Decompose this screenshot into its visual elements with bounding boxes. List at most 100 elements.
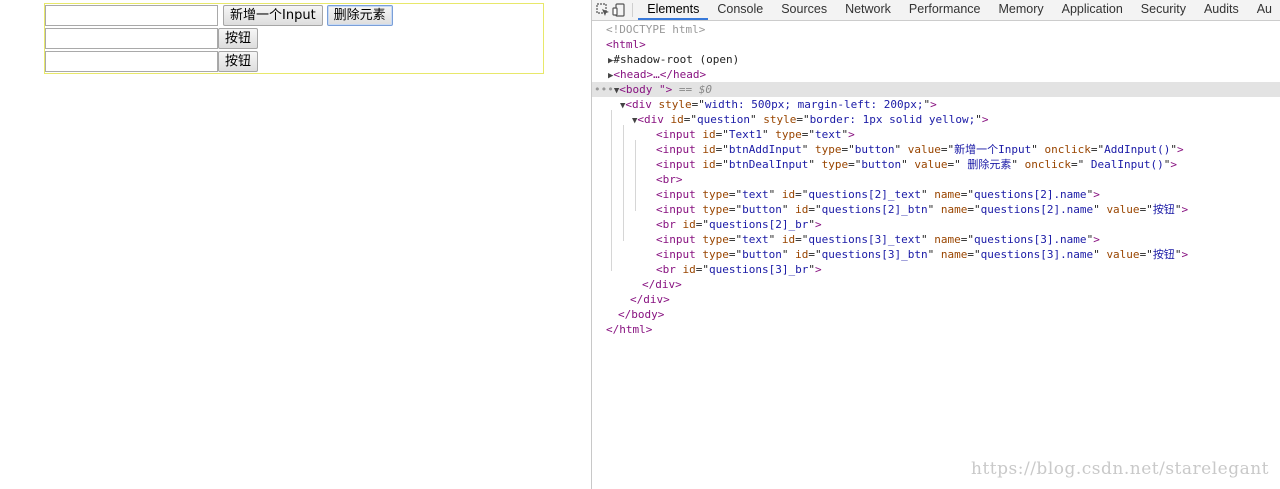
child-node-line[interactable]: <br id="questions[3]_br">	[592, 262, 822, 277]
question-2-text-input[interactable]	[45, 28, 218, 49]
attr-value: questions[3].name	[973, 233, 1087, 246]
div-question-close-line[interactable]: </div>	[592, 277, 682, 292]
input-tag: <input	[656, 203, 696, 216]
attr-name: name	[940, 248, 968, 261]
tab-memory[interactable]: Memory	[989, 0, 1052, 20]
attr-value: DealInput()	[1084, 158, 1164, 171]
tab-security[interactable]: Security	[1132, 0, 1195, 20]
attr-name: value	[1106, 248, 1140, 261]
body-close-tag: </body>	[618, 308, 665, 321]
ellipsis-icon: •••	[594, 83, 614, 96]
attr-value: btnDealInput	[728, 158, 809, 171]
br-tag: <br	[656, 173, 676, 186]
div-close-tag: </div>	[642, 278, 682, 291]
input-tag: <input	[656, 143, 696, 156]
attr-value: question	[697, 113, 751, 126]
device-toolbar-icon[interactable]	[612, 0, 626, 20]
attr-value: btnAddInput	[728, 143, 802, 156]
child-node-line[interactable]: <br>	[592, 172, 683, 187]
elements-dom-tree: <!DOCTYPE html> <html> ▶#shadow-root (open…	[592, 22, 1280, 402]
br-tag: <br	[656, 263, 676, 276]
tab-sources[interactable]: Sources	[772, 0, 836, 20]
tab-performance[interactable]: Performance	[900, 0, 990, 20]
attr-name: id	[781, 188, 796, 201]
attr-name: id	[795, 203, 809, 216]
tab-application[interactable]: Application	[1053, 0, 1132, 20]
devtools-tabs: Elements Console Sources Network Performance…	[638, 0, 1280, 20]
attr-value: questions[3]_text	[808, 233, 921, 246]
child-node-line[interactable]: <br id="questions[2]_br">	[592, 217, 822, 232]
div-close-tag: </div>	[630, 293, 670, 306]
child-node-line[interactable]: <input type="text" id="questions[2]_text…	[592, 187, 1100, 202]
tab-audits[interactable]: Audits	[1195, 0, 1248, 20]
attr-value: width: 500px; margin-left: 200px;	[704, 98, 924, 111]
inspect-element-icon[interactable]	[596, 0, 610, 20]
attr-name: onclick	[1024, 158, 1071, 171]
child-node-line[interactable]: <input id="btnAddInput" type="button" va…	[592, 142, 1184, 157]
attr-name: type	[702, 248, 729, 261]
doctype: <!DOCTYPE html>	[606, 23, 706, 36]
question-2-button[interactable]: 按钮	[218, 28, 259, 49]
input-tag: <input	[656, 233, 696, 246]
child-node-line[interactable]: <input type="text" id="questions[3]_text…	[592, 232, 1100, 247]
html-open-line[interactable]: <html>	[592, 37, 646, 52]
attr-value: AddInput()	[1104, 143, 1171, 156]
attr-name: value	[914, 158, 948, 171]
attr-name: name	[940, 203, 968, 216]
tab-elements[interactable]: Elements	[638, 0, 709, 20]
child-node-line[interactable]: <input id="btnDealInput" type="button" v…	[592, 157, 1177, 172]
div-question-line[interactable]: ▼<div id="question" style="border: 1px s…	[592, 112, 988, 127]
attr-name: type	[775, 128, 802, 141]
div-outer-close-line[interactable]: </div>	[592, 292, 670, 307]
attr-name: name	[934, 233, 961, 246]
body-line-selected[interactable]: •••▼<body "> == $0	[592, 82, 1280, 97]
rendered-page-pane: 新增一个Input 删除元素 按钮 按钮	[0, 0, 591, 489]
attr-name: id	[702, 143, 716, 156]
html-close-tag: </html>	[606, 323, 653, 336]
attr-value: 删除元素	[960, 158, 1012, 171]
question-container: 新增一个Input 删除元素 按钮 按钮	[44, 3, 544, 74]
indent-guide	[635, 140, 636, 211]
attr-value: 按钮	[1152, 203, 1175, 216]
html-tag: <html>	[606, 38, 646, 51]
add-input-button[interactable]: 新增一个Input	[223, 5, 323, 26]
doctype-line[interactable]: <!DOCTYPE html>	[592, 22, 705, 37]
shadow-root-line[interactable]: ▶#shadow-root (open)	[592, 52, 739, 67]
watermark: https://blog.csdn.net/starelegant	[971, 459, 1269, 479]
child-node-line[interactable]: <input id="Text1" type="text">	[592, 127, 855, 142]
attr-value: button	[861, 158, 902, 171]
devtools-toolbar: Elements Console Sources Network Performance…	[592, 0, 1280, 21]
question-3-text-input[interactable]	[45, 51, 218, 72]
indent-guide	[611, 110, 612, 271]
attr-name: type	[702, 233, 729, 246]
child-node-line[interactable]: <input type="button" id="questions[3]_bt…	[592, 247, 1188, 262]
attr-name: id	[682, 218, 696, 231]
head-line[interactable]: ▶<head>…</head>	[592, 67, 706, 82]
text1-input[interactable]	[45, 5, 218, 26]
attr-value: questions[3].name	[980, 248, 1094, 261]
body-close-line[interactable]: </body>	[592, 307, 664, 322]
head-tag: <head>…</head>	[613, 68, 707, 81]
attr-name: id	[702, 158, 716, 171]
shadow-root: #shadow-root (open)	[613, 53, 740, 66]
delete-element-button[interactable]: 删除元素	[326, 5, 393, 26]
attr-value: button	[742, 248, 782, 261]
attr-name: type	[702, 188, 729, 201]
attr-name: value	[1106, 203, 1140, 216]
attr-value: Text1	[728, 128, 762, 141]
attr-value: text	[742, 188, 769, 201]
attr-value: button	[854, 143, 895, 156]
html-close-line[interactable]: </html>	[592, 322, 652, 337]
attr-name: id	[670, 113, 684, 126]
tab-au[interactable]: Au	[1248, 0, 1280, 20]
div-outer-line[interactable]: ▼<div style="width: 500px; margin-left: …	[592, 97, 937, 112]
attr-value: questions[2].name	[980, 203, 1094, 216]
input-tag: <input	[656, 188, 696, 201]
attr-name: id	[781, 233, 796, 246]
tab-console[interactable]: Console	[708, 0, 772, 20]
tab-network[interactable]: Network	[836, 0, 900, 20]
child-node-line[interactable]: <input type="button" id="questions[2]_bt…	[592, 202, 1188, 217]
input-tag: <input	[656, 248, 696, 261]
attr-value: 新增一个Input	[954, 143, 1032, 156]
question-3-button[interactable]: 按钮	[218, 51, 259, 72]
